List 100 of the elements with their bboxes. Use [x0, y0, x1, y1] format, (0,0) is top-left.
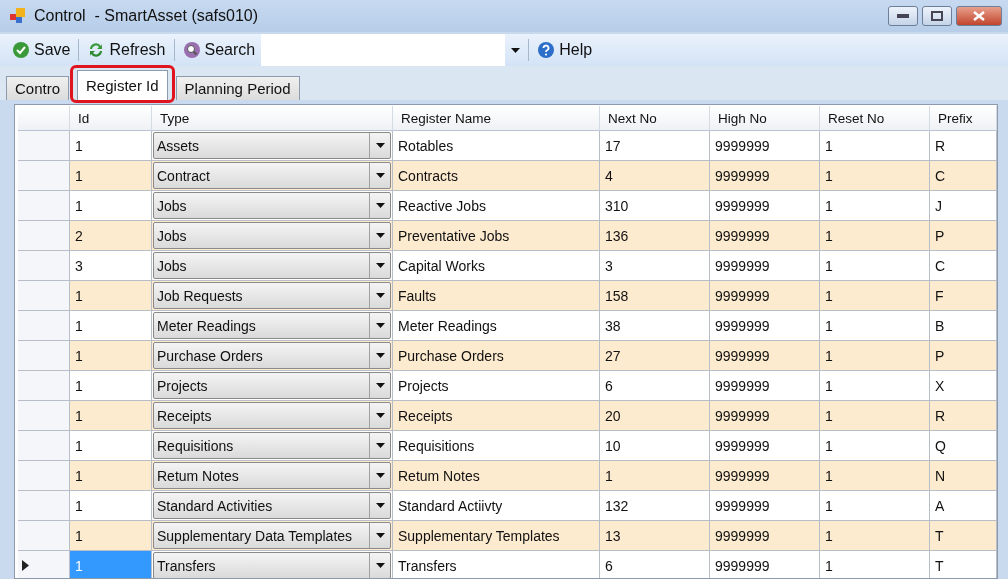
save-button[interactable]: Save: [6, 35, 77, 65]
table-cell: Q: [930, 431, 997, 461]
caret-icon: [375, 443, 385, 448]
table-cell: 1: [820, 491, 930, 521]
table-cell: 9999999: [710, 371, 820, 401]
type-dropdown[interactable]: Jobs: [153, 222, 391, 249]
table-cell: R: [930, 401, 997, 431]
table-cell: 1: [70, 461, 152, 491]
table-cell: 1: [820, 371, 930, 401]
table-cell: Projects: [393, 371, 600, 401]
table-cell: 38: [600, 311, 710, 341]
tab[interactable]: Register Id: [77, 70, 168, 100]
type-dropdown[interactable]: Job Requests: [153, 282, 391, 309]
table-cell: B: [930, 311, 997, 341]
caret-icon: [375, 173, 385, 178]
table-cell: 1: [70, 161, 152, 191]
type-dropdown[interactable]: Projects: [153, 372, 391, 399]
table-cell: J: [930, 191, 997, 221]
maximize-button[interactable]: [922, 6, 952, 26]
caret-icon: [375, 503, 385, 508]
type-dropdown[interactable]: Jobs: [153, 252, 391, 279]
table-cell: 13: [600, 521, 710, 551]
tab[interactable]: Contro: [6, 76, 70, 100]
table-cell: F: [930, 281, 997, 311]
table-cell: 1: [70, 551, 152, 578]
table-cell: 9999999: [710, 161, 820, 191]
column-header[interactable]: Register Name: [393, 106, 600, 131]
checkmark-icon: [12, 41, 30, 59]
column-header[interactable]: Id: [70, 106, 152, 131]
table-cell: Receipts: [393, 401, 600, 431]
table-cell: 1: [820, 521, 930, 551]
maximize-icon: [931, 11, 943, 21]
type-dropdown[interactable]: Meter Readings: [153, 312, 391, 339]
table-cell: R: [930, 131, 997, 161]
caret-icon: [375, 563, 385, 568]
type-dropdown[interactable]: Supplementary Data Templates: [153, 522, 391, 549]
caret-icon: [375, 533, 385, 538]
table-cell: Purchase Orders: [393, 341, 600, 371]
close-icon: [973, 11, 985, 21]
table-cell: Capital Works: [393, 251, 600, 281]
table-cell: 136: [600, 221, 710, 251]
corner-header: [18, 106, 70, 131]
table-cell: 6: [600, 371, 710, 401]
type-dropdown[interactable]: Purchase Orders: [153, 342, 391, 369]
row-header[interactable]: [18, 551, 70, 578]
table-cell: 27: [600, 341, 710, 371]
table-cell: 1: [820, 431, 930, 461]
table-cell: Reactive Jobs: [393, 191, 600, 221]
table-cell: 2: [70, 221, 152, 251]
table-cell: 1: [70, 191, 152, 221]
search-field[interactable]: [261, 34, 506, 66]
column-header[interactable]: High No: [710, 106, 820, 131]
table-cell: 9999999: [710, 341, 820, 371]
table-cell: 1: [70, 371, 152, 401]
minimize-button[interactable]: [888, 6, 918, 26]
table-cell: 1: [820, 251, 930, 281]
table-cell: 1: [70, 521, 152, 551]
table-cell: 9999999: [710, 251, 820, 281]
minimize-icon: [897, 14, 909, 18]
close-button[interactable]: [956, 6, 1002, 26]
table-cell: 1: [820, 311, 930, 341]
type-dropdown[interactable]: Standard Activities: [153, 492, 391, 519]
table-cell: 9999999: [710, 431, 820, 461]
table-cell: 4: [600, 161, 710, 191]
type-dropdown[interactable]: Contract: [153, 162, 391, 189]
type-dropdown[interactable]: Transfers: [153, 552, 391, 578]
table-cell: 1: [600, 461, 710, 491]
app-icon: [10, 8, 26, 24]
caret-icon: [511, 47, 521, 53]
refresh-button[interactable]: Refresh: [81, 35, 172, 65]
table-cell: Rotables: [393, 131, 600, 161]
table-cell: X: [930, 371, 997, 401]
search-button[interactable]: Search: [176, 35, 262, 65]
type-dropdown[interactable]: Retum Notes: [153, 462, 391, 489]
table-cell: T: [930, 521, 997, 551]
type-dropdown[interactable]: Assets: [153, 132, 391, 159]
table-cell: C: [930, 161, 997, 191]
caret-icon: [375, 233, 385, 238]
table-cell: Contracts: [393, 161, 600, 191]
table-cell: Faults: [393, 281, 600, 311]
table-cell: Preventative Jobs: [393, 221, 600, 251]
column-header[interactable]: Reset No: [820, 106, 930, 131]
table-cell: 132: [600, 491, 710, 521]
tab[interactable]: Planning Period: [175, 76, 300, 100]
table-cell: P: [930, 341, 997, 371]
type-dropdown[interactable]: Receipts: [153, 402, 391, 429]
table-cell: Requisitions: [393, 431, 600, 461]
type-dropdown[interactable]: Jobs: [153, 192, 391, 219]
help-button[interactable]: Help: [531, 35, 599, 65]
table-cell: 9999999: [710, 461, 820, 491]
table-cell: 1: [70, 401, 152, 431]
table-cell: 9999999: [710, 131, 820, 161]
table-cell: 9999999: [710, 281, 820, 311]
table-cell: 1: [820, 401, 930, 431]
type-dropdown[interactable]: Requisitions: [153, 432, 391, 459]
caret-icon: [375, 143, 385, 148]
column-header[interactable]: Type: [152, 106, 393, 131]
column-header[interactable]: Prefix: [930, 106, 997, 131]
table-cell: 310: [600, 191, 710, 221]
column-header[interactable]: Next No: [600, 106, 710, 131]
